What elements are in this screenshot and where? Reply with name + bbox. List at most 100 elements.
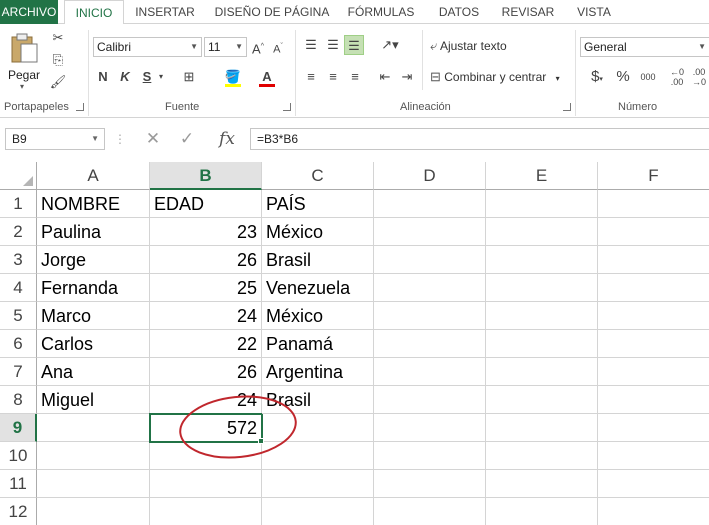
column-header-b[interactable]: B <box>150 162 262 190</box>
cell-d4[interactable] <box>374 274 486 302</box>
percent-button[interactable]: % <box>614 67 632 87</box>
name-box[interactable]: B9 ▼ <box>5 128 105 150</box>
row-header-9[interactable]: 9 <box>0 414 37 442</box>
cell-d2[interactable] <box>374 218 486 246</box>
cell-e5[interactable] <box>486 302 598 330</box>
row-header-3[interactable]: 3 <box>0 246 37 274</box>
tab-inicio[interactable]: INICIO <box>64 0 124 25</box>
row-header-1[interactable]: 1 <box>0 190 37 218</box>
row-header-11[interactable]: 11 <box>0 470 37 498</box>
cell-a2[interactable]: Paulina <box>37 218 150 246</box>
dialog-launcher-icon[interactable] <box>283 103 291 111</box>
increase-font-size-icon[interactable]: A^ <box>250 37 266 57</box>
cell-e12[interactable] <box>486 498 598 525</box>
italic-button[interactable]: K <box>118 67 132 87</box>
cell-b8[interactable]: 24 <box>150 386 262 414</box>
cell-e10[interactable] <box>486 442 598 470</box>
insert-function-icon[interactable]: fx <box>210 128 244 150</box>
paste-button[interactable]: Pegar ▾ <box>6 30 42 92</box>
cell-f12[interactable] <box>598 498 709 525</box>
cell-a12[interactable] <box>37 498 150 525</box>
cell-d8[interactable] <box>374 386 486 414</box>
cell-a8[interactable]: Miguel <box>37 386 150 414</box>
tab-formulas[interactable]: FÓRMULAS <box>342 0 420 24</box>
cell-f5[interactable] <box>598 302 709 330</box>
cell-d10[interactable] <box>374 442 486 470</box>
wrap-text-button[interactable]: ⤶ Ajustar texto <box>430 36 507 56</box>
dialog-launcher-icon[interactable] <box>76 103 84 111</box>
row-header-6[interactable]: 6 <box>0 330 37 358</box>
cell-a11[interactable] <box>37 470 150 498</box>
cell-c3[interactable]: Brasil <box>262 246 374 274</box>
column-header-f[interactable]: F <box>598 162 709 190</box>
decrease-font-size-icon[interactable]: Aˇ <box>270 37 286 57</box>
cell-f2[interactable] <box>598 218 709 246</box>
cell-b2[interactable]: 23 <box>150 218 262 246</box>
font-name-dropdown[interactable]: Calibri ▼ <box>93 37 202 57</box>
cell-f10[interactable] <box>598 442 709 470</box>
font-color-icon[interactable]: A <box>258 67 276 87</box>
format-painter-icon[interactable]: 🖌 <box>48 72 68 92</box>
cell-e2[interactable] <box>486 218 598 246</box>
row-header-4[interactable]: 4 <box>0 274 37 302</box>
fill-color-icon[interactable]: 🪣 <box>224 67 242 87</box>
decrease-decimal-icon[interactable]: .00 →0 <box>690 67 708 87</box>
cell-b10[interactable] <box>150 442 262 470</box>
column-header-a[interactable]: A <box>37 162 150 190</box>
cell-b7[interactable]: 26 <box>150 358 262 386</box>
cell-c1[interactable]: PAÍS <box>262 190 374 218</box>
formula-input[interactable]: =B3*B6 <box>250 128 709 150</box>
cell-e4[interactable] <box>486 274 598 302</box>
cell-c9[interactable] <box>262 414 374 442</box>
cell-a7[interactable]: Ana <box>37 358 150 386</box>
cell-b9[interactable]: 572 <box>150 414 262 442</box>
cell-c11[interactable] <box>262 470 374 498</box>
align-right-icon[interactable]: ≡ <box>346 67 364 87</box>
row-header-8[interactable]: 8 <box>0 386 37 414</box>
cell-d12[interactable] <box>374 498 486 525</box>
cell-d6[interactable] <box>374 330 486 358</box>
cell-f11[interactable] <box>598 470 709 498</box>
column-header-e[interactable]: E <box>486 162 598 190</box>
cell-f9[interactable] <box>598 414 709 442</box>
cell-a3[interactable]: Jorge <box>37 246 150 274</box>
cell-e1[interactable] <box>486 190 598 218</box>
cell-b3[interactable]: 26 <box>150 246 262 274</box>
cell-b5[interactable]: 24 <box>150 302 262 330</box>
enter-icon[interactable]: ✓ <box>172 128 202 150</box>
cell-b6[interactable]: 22 <box>150 330 262 358</box>
fill-handle[interactable] <box>258 438 264 444</box>
thousands-separator-button[interactable]: 000 <box>638 67 658 87</box>
cell-a4[interactable]: Fernanda <box>37 274 150 302</box>
cell-c4[interactable]: Venezuela <box>262 274 374 302</box>
cell-d11[interactable] <box>374 470 486 498</box>
cell-f4[interactable] <box>598 274 709 302</box>
row-header-12[interactable]: 12 <box>0 498 37 525</box>
tab-insertar[interactable]: INSERTAR <box>130 0 200 24</box>
cell-b1[interactable]: EDAD <box>150 190 262 218</box>
align-middle-icon[interactable]: ☰ <box>324 35 342 55</box>
currency-button[interactable]: $▾ <box>584 67 610 87</box>
cell-d1[interactable] <box>374 190 486 218</box>
increase-decimal-icon[interactable]: ←0.00 <box>668 67 686 87</box>
cell-a6[interactable]: Carlos <box>37 330 150 358</box>
cancel-icon[interactable]: ✕ <box>138 128 168 150</box>
cell-b12[interactable] <box>150 498 262 525</box>
align-bottom-icon[interactable]: ☰ <box>344 35 364 55</box>
cell-c6[interactable]: Panamá <box>262 330 374 358</box>
cell-c12[interactable] <box>262 498 374 525</box>
cell-a10[interactable] <box>37 442 150 470</box>
row-header-5[interactable]: 5 <box>0 302 37 330</box>
cell-a5[interactable]: Marco <box>37 302 150 330</box>
cell-c5[interactable]: México <box>262 302 374 330</box>
cell-e3[interactable] <box>486 246 598 274</box>
decrease-indent-icon[interactable]: ⇤ <box>376 67 394 87</box>
tab-revisar[interactable]: REVISAR <box>498 0 558 24</box>
bold-button[interactable]: N <box>96 67 110 87</box>
cell-c7[interactable]: Argentina <box>262 358 374 386</box>
cell-d7[interactable] <box>374 358 486 386</box>
cell-e9[interactable] <box>486 414 598 442</box>
row-header-2[interactable]: 2 <box>0 218 37 246</box>
row-header-7[interactable]: 7 <box>0 358 37 386</box>
font-size-dropdown[interactable]: 11 ▼ <box>204 37 247 57</box>
